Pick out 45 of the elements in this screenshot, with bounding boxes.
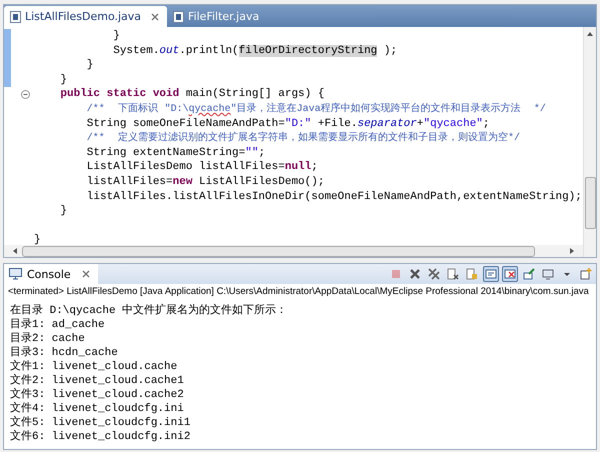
console-output-line: 目录1: ad_cache [10, 318, 106, 332]
file-icon [173, 10, 184, 22]
console-icon[interactable] [483, 266, 499, 282]
code-line: public static void main(String[] args) { [59, 87, 326, 102]
console-output-line: 目录3: hcdn_cache [10, 346, 119, 360]
collapse-icon[interactable] [21, 90, 30, 100]
code-line: } [34, 233, 42, 245]
close-icon[interactable] [82, 270, 90, 278]
window-plus-icon[interactable] [578, 266, 594, 282]
console-output-line: 文件1: livenet_cloud.cache [10, 360, 178, 374]
vertical-scrollbar[interactable] [583, 27, 596, 257]
console-output-line: 文件3: livenet_cloud.cache2 [10, 388, 185, 402]
code-line: /** 下面标识 "D:\qycache"目录，注意在Java程序中如何实现跨平台的文件和目录表示方法 */ [86, 102, 547, 117]
file-icon [10, 10, 21, 22]
close-icon[interactable] [151, 12, 160, 20]
code-line: listAllFiles.listAllFilesInOneDir(someOneFileNameAndPath,extentNameString); [86, 190, 583, 204]
up-arrow-icon[interactable] [587, 31, 593, 37]
process-status: <terminated> ListAllFilesDemo [Java Application] C:\Users\Administrator\AppData\Local\MyEclipse Professional 2014\binary\com.sun.java [7, 285, 590, 299]
code-line: } [112, 29, 121, 44]
code-line: /** 定义需要过滤识别的文件扩展名字符串，如果需要显示所有的文件和子目录，则设置为空*/ [86, 131, 522, 146]
document-x-icon[interactable] [445, 266, 461, 282]
code-line: } [86, 58, 94, 73]
console-output-line: 文件2: livenet_cloud.cache1 [10, 374, 185, 388]
right-arrow-icon[interactable] [569, 248, 575, 254]
console-tab[interactable]: Console [4, 264, 98, 284]
scroll-thumb[interactable] [22, 246, 535, 256]
console-output-line: 在目录 D:\qycache 中文件扩展名为的文件如下所示： [10, 304, 288, 318]
left-arrow-icon[interactable] [12, 248, 18, 254]
monitor-icon [9, 268, 22, 280]
scroll-thumb[interactable] [584, 177, 596, 229]
horizontal-scrollbar[interactable] [4, 245, 583, 257]
editor-tab[interactable]: ListAllFilesDemo.java [4, 6, 168, 27]
code-line: String extentNameString=""; [86, 146, 266, 160]
code-line: } [59, 204, 68, 219]
code-line: } [59, 72, 68, 88]
console-output-line: 文件4: livenet_cloudcfg.ini [10, 402, 185, 416]
code-line: String someOneFileNameAndPath="D:" +File.separator+"qycache"; [86, 116, 491, 132]
console-error-icon[interactable] [502, 266, 518, 282]
double-x-icon[interactable] [426, 266, 442, 282]
code-line: System.out.println(fileOrDirectoryString ); [112, 44, 398, 58]
console-output-line: 文件5: livenet_cloudcfg.ini1 [10, 416, 192, 430]
code-line: ListAllFilesDemo listAllFiles=null; [86, 160, 319, 175]
code-line: listAllFiles=new ListAllFilesDemo(); [86, 174, 326, 190]
console-output-line: 目录2: cache [10, 332, 86, 346]
console-output-line: 文件6: livenet_cloudcfg.ini2 [10, 430, 192, 444]
